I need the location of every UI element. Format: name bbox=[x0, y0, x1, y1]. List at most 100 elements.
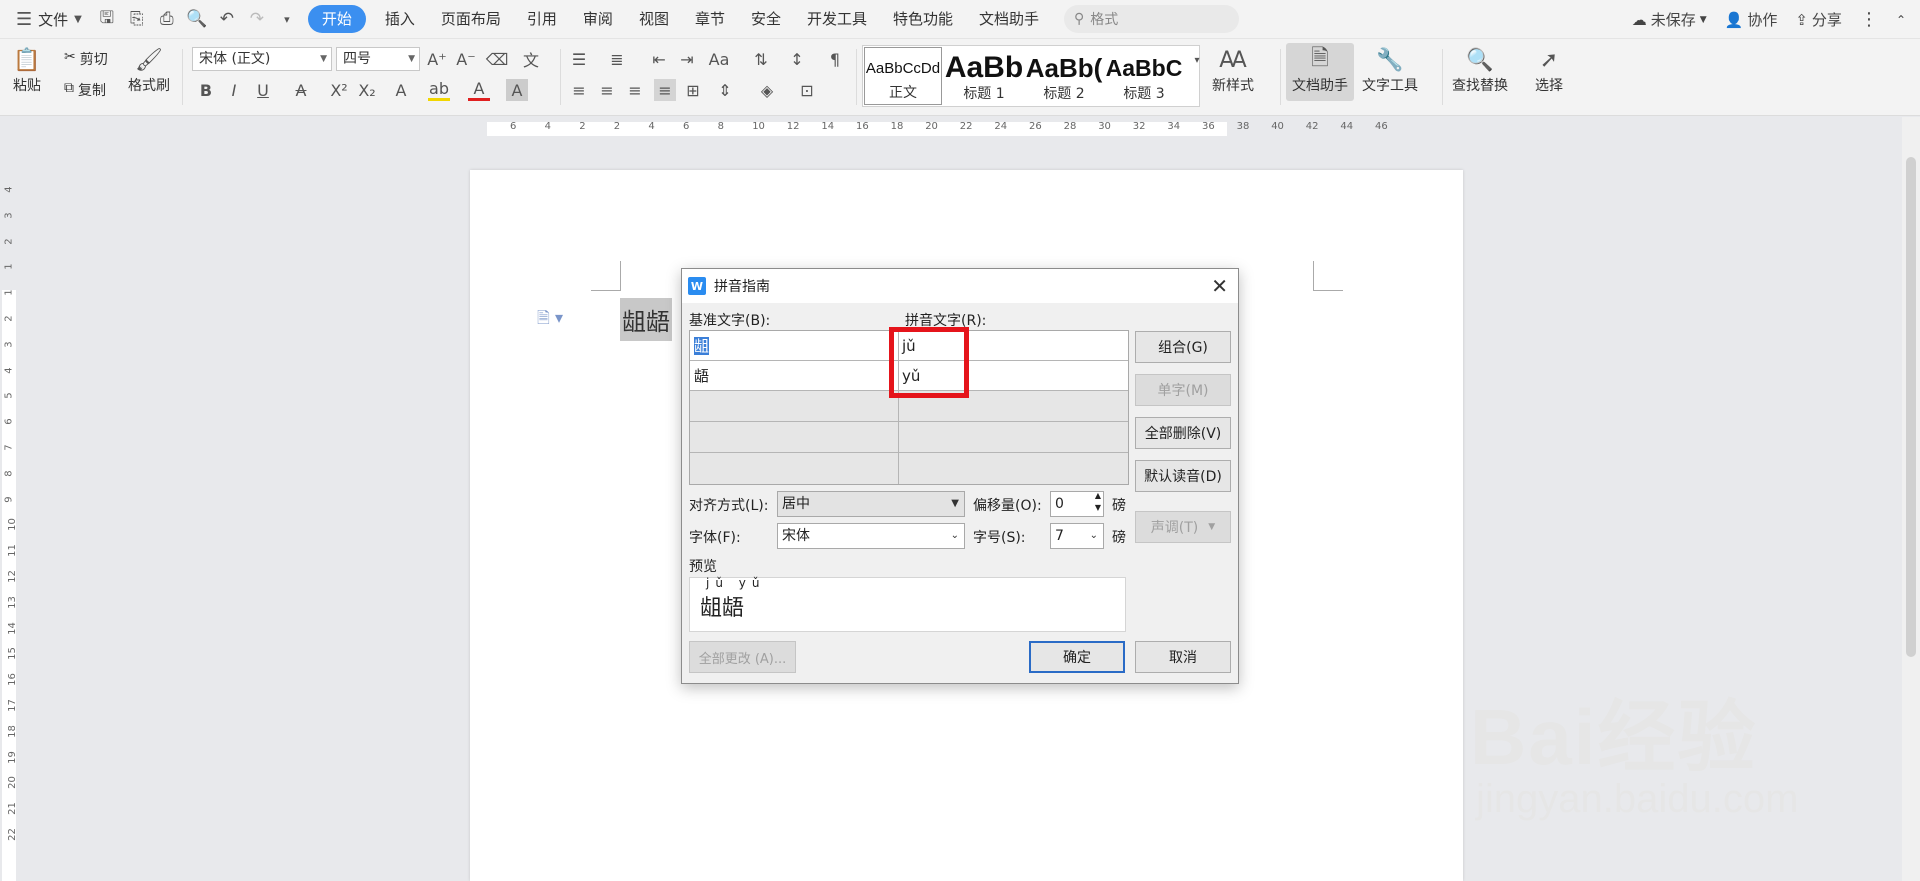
tab-insert[interactable]: 插入 bbox=[372, 5, 428, 33]
change-case-icon[interactable]: Aa bbox=[708, 48, 730, 70]
tab-start[interactable]: 开始 bbox=[307, 5, 366, 33]
change-all-button[interactable]: 全部更改 (A)... bbox=[689, 641, 796, 673]
bullet-list-icon[interactable]: ☰ bbox=[568, 48, 590, 70]
stepper-arrows-icon[interactable]: ▲ ▼ bbox=[1095, 490, 1101, 514]
ruby-text-cell[interactable]: jǔ bbox=[898, 331, 916, 361]
customize-quick-access-icon[interactable]: ▾ bbox=[275, 7, 299, 31]
align-center-icon[interactable]: ≡ bbox=[596, 79, 618, 101]
save-icon[interactable]: 🖫 bbox=[95, 7, 119, 31]
show-marks-icon[interactable]: ¶ bbox=[824, 48, 846, 70]
size-select[interactable]: 7 ⌄ bbox=[1050, 523, 1104, 549]
paragraph-spacing-icon[interactable]: ⇕ bbox=[714, 79, 736, 101]
shading-icon[interactable]: ◈ bbox=[756, 79, 778, 101]
horizontal-ruler[interactable]: 6 4 2 2 4 6 8 10 12 14 16 18 20 22 24 26 28 30 32 34 36 38 40 4… bbox=[0, 117, 1920, 139]
vertical-scrollbar[interactable] bbox=[1902, 117, 1920, 881]
clear-format-icon[interactable]: ⌫ bbox=[486, 48, 509, 70]
italic-icon[interactable]: I bbox=[223, 79, 245, 101]
text-effect-icon[interactable]: A bbox=[390, 79, 412, 101]
format-painter-button[interactable]: 🖌 格式刷 bbox=[128, 45, 170, 95]
highlight-icon[interactable]: ab bbox=[428, 79, 450, 101]
group-button[interactable]: 组合(G) bbox=[1135, 331, 1231, 363]
base-text-cell[interactable] bbox=[690, 392, 694, 422]
collapse-ribbon-icon[interactable]: ⌃ bbox=[1896, 13, 1906, 27]
redo-icon[interactable]: ↷ bbox=[245, 7, 269, 31]
text-tools-button[interactable]: 🔧 文字工具 bbox=[1362, 45, 1418, 95]
shrink-font-icon[interactable]: A⁻ bbox=[455, 48, 477, 70]
align-left-icon[interactable]: ≡ bbox=[568, 79, 590, 101]
tab-security[interactable]: 安全 bbox=[738, 5, 794, 33]
find-replace-button[interactable]: 🔍 查找替换 bbox=[1452, 45, 1508, 95]
default-reading-button[interactable]: 默认读音(D) bbox=[1135, 460, 1231, 492]
style-heading-3[interactable]: AaBbC 标题 3 bbox=[1104, 47, 1184, 105]
font-name-select[interactable]: 宋体 (正文) ▼ bbox=[192, 47, 332, 71]
sort-icon[interactable]: ⇅ bbox=[750, 48, 772, 70]
print-icon[interactable]: ⎙ bbox=[155, 7, 179, 31]
scrollbar-thumb[interactable] bbox=[1906, 157, 1916, 657]
selected-document-text[interactable]: 龃龉 bbox=[620, 298, 672, 341]
style-normal[interactable]: AaBbCcDd 正文 bbox=[864, 47, 942, 105]
undo-icon[interactable]: ↶ bbox=[215, 7, 239, 31]
style-heading-2[interactable]: AaBb( 标题 2 bbox=[1024, 47, 1104, 105]
ok-button[interactable]: 确定 bbox=[1029, 641, 1125, 673]
clear-all-button[interactable]: 全部删除(V) bbox=[1135, 417, 1231, 449]
tab-developer[interactable]: 开发工具 bbox=[794, 5, 880, 33]
base-text-cell[interactable]: 龃 bbox=[690, 331, 710, 361]
base-text-cell[interactable] bbox=[690, 454, 694, 484]
mono-button[interactable]: 单字(M) bbox=[1135, 374, 1231, 406]
new-style-button[interactable]: Ꜳ 新样式 bbox=[1212, 45, 1254, 95]
vertical-ruler[interactable]: 4 3 2 1 1 2 3 4 5 6 7 8 9 10 11 12 13 14 15 16 17 18 19 20 21 22 bbox=[0, 140, 20, 881]
print-preview-icon[interactable]: 🔍 bbox=[185, 7, 209, 31]
ruby-text-cell[interactable]: yǔ bbox=[898, 361, 920, 391]
numbered-list-icon[interactable]: ≣ bbox=[606, 48, 628, 70]
char-shading-icon[interactable]: A bbox=[506, 79, 528, 101]
tab-special-features[interactable]: 特色功能 bbox=[880, 5, 966, 33]
style-heading-1[interactable]: AaBb 标题 1 bbox=[944, 47, 1024, 105]
more-icon[interactable]: ⋮ bbox=[1860, 9, 1878, 30]
file-menu[interactable]: ☰ 文件 ▼ bbox=[0, 9, 82, 30]
strikethrough-icon[interactable]: A bbox=[290, 79, 312, 101]
export-icon[interactable]: ⎘ bbox=[125, 7, 149, 31]
tab-section[interactable]: 章节 bbox=[682, 5, 738, 33]
copy-button[interactable]: ⧉ 复制 bbox=[64, 80, 106, 100]
base-text-cell[interactable] bbox=[690, 423, 694, 453]
share-button[interactable]: ⇪ 分享 bbox=[1795, 9, 1842, 30]
justify-icon[interactable]: ≡ bbox=[654, 79, 676, 101]
superscript-icon[interactable]: X² bbox=[328, 79, 350, 101]
underline-icon[interactable]: U bbox=[252, 79, 274, 101]
font-color-icon[interactable]: A bbox=[468, 79, 490, 101]
align-select[interactable]: 居中 ▼ bbox=[777, 491, 965, 517]
font-size-select[interactable]: 四号 ▼ bbox=[336, 47, 420, 71]
tab-references[interactable]: 引用 bbox=[514, 5, 570, 33]
tab-page-layout[interactable]: 页面布局 bbox=[428, 5, 514, 33]
decrease-indent-icon[interactable]: ⇤ bbox=[648, 48, 670, 70]
offset-stepper[interactable]: 0 ▲ ▼ bbox=[1050, 491, 1104, 517]
distribute-icon[interactable]: ⊞ bbox=[682, 79, 704, 101]
subscript-icon[interactable]: X₂ bbox=[356, 79, 378, 101]
doc-assistant-button[interactable]: 🗎 文档助手 bbox=[1286, 43, 1354, 101]
select-button[interactable]: ➚ 选择 bbox=[1534, 45, 1564, 95]
base-text-cell[interactable]: 龉 bbox=[690, 361, 709, 391]
close-icon[interactable]: ✕ bbox=[1211, 274, 1228, 298]
phonetic-guide-icon[interactable]: 文 bbox=[520, 48, 542, 70]
tab-review[interactable]: 审阅 bbox=[570, 5, 626, 33]
paragraph-layout-icon[interactable]: 🗎 ▾ bbox=[537, 307, 563, 334]
cancel-button[interactable]: 取消 bbox=[1135, 641, 1231, 673]
dialog-titlebar[interactable]: W 拼音指南 ✕ bbox=[682, 269, 1238, 303]
increase-indent-icon[interactable]: ⇥ bbox=[676, 48, 698, 70]
ruby-text-label: 拼音文字(R): bbox=[905, 313, 987, 329]
collab-button[interactable]: 👤 协作 bbox=[1725, 9, 1778, 30]
bold-icon[interactable]: B bbox=[195, 79, 217, 101]
menu-search-box[interactable]: ⚲ 格式 bbox=[1064, 5, 1240, 33]
paste-button[interactable]: 📋 粘贴 bbox=[12, 45, 42, 95]
gallery-expand-icon[interactable]: ▾ bbox=[1186, 49, 1208, 71]
cut-button[interactable]: ✂ 剪切 bbox=[64, 49, 108, 69]
borders-icon[interactable]: ⊡ bbox=[796, 79, 818, 101]
tab-doc-assistant[interactable]: 文档助手 bbox=[966, 5, 1052, 33]
tab-view[interactable]: 视图 bbox=[626, 5, 682, 33]
font-select[interactable]: 宋体 ⌄ bbox=[777, 523, 965, 549]
tone-button[interactable]: 声调(T) ▼ bbox=[1135, 511, 1231, 543]
grow-font-icon[interactable]: A⁺ bbox=[426, 48, 448, 70]
unsaved-status[interactable]: ☁ 未保存 ▼ bbox=[1632, 9, 1707, 30]
line-spacing-icon[interactable]: ↕ bbox=[786, 48, 808, 70]
align-right-icon[interactable]: ≡ bbox=[624, 79, 646, 101]
